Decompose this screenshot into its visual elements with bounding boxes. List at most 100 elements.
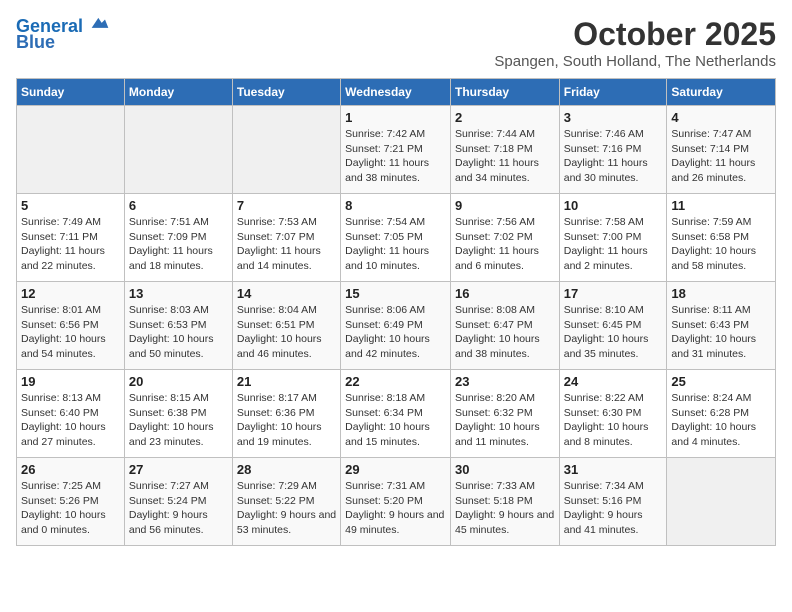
day-number: 6 [129, 198, 228, 213]
day-cell [124, 106, 232, 194]
day-info: Sunrise: 8:08 AM Sunset: 6:47 PM Dayligh… [455, 303, 555, 362]
logo: General Blue [16, 16, 110, 53]
day-info: Sunrise: 8:20 AM Sunset: 6:32 PM Dayligh… [455, 391, 555, 450]
day-number: 29 [345, 462, 446, 477]
day-cell: 25 Sunrise: 8:24 AM Sunset: 6:28 PM Dayli… [667, 370, 776, 458]
day-number: 8 [345, 198, 446, 213]
day-number: 1 [345, 110, 446, 125]
day-cell: 10Sunrise: 7:58 AM Sunset: 7:00 PM Dayli… [559, 194, 667, 282]
day-number: 7 [237, 198, 336, 213]
day-cell [232, 106, 340, 194]
weekday-header-row: SundayMondayTuesdayWednesdayThursdayFrid… [17, 79, 776, 106]
weekday-header-tuesday: Tuesday [232, 79, 340, 106]
day-number: 5 [21, 198, 120, 213]
day-cell: 1 Sunrise: 7:42 AM Sunset: 7:21 PM Daylig… [341, 106, 451, 194]
day-number: 2 [455, 110, 555, 125]
day-cell: 20 Sunrise: 8:15 AM Sunset: 6:38 PM Dayli… [124, 370, 232, 458]
day-info: Sunrise: 7:53 AM Sunset: 7:07 PM Dayligh… [237, 215, 336, 274]
day-cell: 17 Sunrise: 8:10 AM Sunset: 6:45 PM Dayli… [559, 282, 667, 370]
day-info: Sunrise: 8:17 AM Sunset: 6:36 PM Dayligh… [237, 391, 336, 450]
day-cell: 9Sunrise: 7:56 AM Sunset: 7:02 PM Daylig… [450, 194, 559, 282]
day-info: Sunrise: 8:11 AM Sunset: 6:43 PM Dayligh… [671, 303, 771, 362]
day-cell: 18Sunrise: 8:11 AM Sunset: 6:43 PM Dayli… [667, 282, 776, 370]
day-number: 9 [455, 198, 555, 213]
day-number: 26 [21, 462, 120, 477]
day-cell: 21 Sunrise: 8:17 AM Sunset: 6:36 PM Dayli… [232, 370, 340, 458]
day-info: Sunrise: 7:42 AM Sunset: 7:21 PM Dayligh… [345, 127, 446, 186]
day-info: Sunrise: 7:25 AM Sunset: 5:26 PM Dayligh… [21, 479, 120, 538]
week-row-4: 19 Sunrise: 8:13 AM Sunset: 6:40 PM Dayli… [17, 370, 776, 458]
day-cell: 7 Sunrise: 7:53 AM Sunset: 7:07 PM Daylig… [232, 194, 340, 282]
day-info: Sunrise: 7:31 AM Sunset: 5:20 PM Dayligh… [345, 479, 446, 538]
month-title: October 2025 [494, 16, 776, 53]
day-info: Sunrise: 7:46 AM Sunset: 7:16 PM Dayligh… [564, 127, 663, 186]
day-info: Sunrise: 8:03 AM Sunset: 6:53 PM Dayligh… [129, 303, 228, 362]
day-cell: 5 Sunrise: 7:49 AM Sunset: 7:11 PM Daylig… [17, 194, 125, 282]
day-number: 21 [237, 374, 336, 389]
day-info: Sunrise: 8:15 AM Sunset: 6:38 PM Dayligh… [129, 391, 228, 450]
day-number: 16 [455, 286, 555, 301]
title-block: October 2025 Spangen, South Holland, The… [494, 16, 776, 70]
day-cell: 11 Sunrise: 7:59 AM Sunset: 6:58 PM Dayli… [667, 194, 776, 282]
calendar-table: SundayMondayTuesdayWednesdayThursdayFrid… [16, 78, 776, 546]
day-cell: 31 Sunrise: 7:34 AM Sunset: 5:16 PM Dayli… [559, 458, 667, 546]
day-cell: 4Sunrise: 7:47 AM Sunset: 7:14 PM Daylig… [667, 106, 776, 194]
day-info: Sunrise: 7:27 AM Sunset: 5:24 PM Dayligh… [129, 479, 228, 538]
day-number: 20 [129, 374, 228, 389]
day-number: 11 [671, 198, 771, 213]
day-info: Sunrise: 8:22 AM Sunset: 6:30 PM Dayligh… [564, 391, 663, 450]
day-cell: 22 Sunrise: 8:18 AM Sunset: 6:34 PM Dayli… [341, 370, 451, 458]
day-info: Sunrise: 7:51 AM Sunset: 7:09 PM Dayligh… [129, 215, 228, 274]
day-cell: 19 Sunrise: 8:13 AM Sunset: 6:40 PM Dayli… [17, 370, 125, 458]
day-info: Sunrise: 7:29 AM Sunset: 5:22 PM Dayligh… [237, 479, 336, 538]
day-number: 27 [129, 462, 228, 477]
day-cell: 8Sunrise: 7:54 AM Sunset: 7:05 PM Daylig… [341, 194, 451, 282]
day-number: 31 [564, 462, 663, 477]
location: Spangen, South Holland, The Netherlands [494, 53, 776, 70]
day-cell: 29 Sunrise: 7:31 AM Sunset: 5:20 PM Dayli… [341, 458, 451, 546]
week-row-5: 26 Sunrise: 7:25 AM Sunset: 5:26 PM Dayli… [17, 458, 776, 546]
day-info: Sunrise: 7:44 AM Sunset: 7:18 PM Dayligh… [455, 127, 555, 186]
week-row-1: 1 Sunrise: 7:42 AM Sunset: 7:21 PM Daylig… [17, 106, 776, 194]
weekday-header-sunday: Sunday [17, 79, 125, 106]
day-number: 19 [21, 374, 120, 389]
day-info: Sunrise: 8:13 AM Sunset: 6:40 PM Dayligh… [21, 391, 120, 450]
day-info: Sunrise: 7:34 AM Sunset: 5:16 PM Dayligh… [564, 479, 663, 538]
day-cell: 26 Sunrise: 7:25 AM Sunset: 5:26 PM Dayli… [17, 458, 125, 546]
day-number: 15 [345, 286, 446, 301]
day-number: 14 [237, 286, 336, 301]
day-info: Sunrise: 8:04 AM Sunset: 6:51 PM Dayligh… [237, 303, 336, 362]
day-number: 23 [455, 374, 555, 389]
day-number: 30 [455, 462, 555, 477]
weekday-header-thursday: Thursday [450, 79, 559, 106]
day-info: Sunrise: 8:01 AM Sunset: 6:56 PM Dayligh… [21, 303, 120, 362]
weekday-header-saturday: Saturday [667, 79, 776, 106]
day-info: Sunrise: 8:24 AM Sunset: 6:28 PM Dayligh… [671, 391, 771, 450]
day-cell: 14 Sunrise: 8:04 AM Sunset: 6:51 PM Dayli… [232, 282, 340, 370]
day-info: Sunrise: 7:49 AM Sunset: 7:11 PM Dayligh… [21, 215, 120, 274]
day-number: 3 [564, 110, 663, 125]
day-number: 22 [345, 374, 446, 389]
week-row-2: 5 Sunrise: 7:49 AM Sunset: 7:11 PM Daylig… [17, 194, 776, 282]
day-number: 28 [237, 462, 336, 477]
day-number: 17 [564, 286, 663, 301]
day-info: Sunrise: 7:47 AM Sunset: 7:14 PM Dayligh… [671, 127, 771, 186]
weekday-header-friday: Friday [559, 79, 667, 106]
day-cell: 6 Sunrise: 7:51 AM Sunset: 7:09 PM Daylig… [124, 194, 232, 282]
day-cell: 28 Sunrise: 7:29 AM Sunset: 5:22 PM Dayli… [232, 458, 340, 546]
page-header: General Blue October 2025 Spangen, South… [16, 16, 776, 70]
logo-icon [90, 12, 110, 32]
day-info: Sunrise: 8:10 AM Sunset: 6:45 PM Dayligh… [564, 303, 663, 362]
day-cell [17, 106, 125, 194]
day-info: Sunrise: 8:18 AM Sunset: 6:34 PM Dayligh… [345, 391, 446, 450]
day-cell: 15 Sunrise: 8:06 AM Sunset: 6:49 PM Dayli… [341, 282, 451, 370]
day-number: 25 [671, 374, 771, 389]
day-cell: 23 Sunrise: 8:20 AM Sunset: 6:32 PM Dayli… [450, 370, 559, 458]
day-number: 24 [564, 374, 663, 389]
weekday-header-wednesday: Wednesday [341, 79, 451, 106]
day-cell: 27 Sunrise: 7:27 AM Sunset: 5:24 PM Dayli… [124, 458, 232, 546]
day-info: Sunrise: 7:59 AM Sunset: 6:58 PM Dayligh… [671, 215, 771, 274]
day-cell: 3 Sunrise: 7:46 AM Sunset: 7:16 PM Daylig… [559, 106, 667, 194]
day-info: Sunrise: 8:06 AM Sunset: 6:49 PM Dayligh… [345, 303, 446, 362]
day-number: 10 [564, 198, 663, 213]
